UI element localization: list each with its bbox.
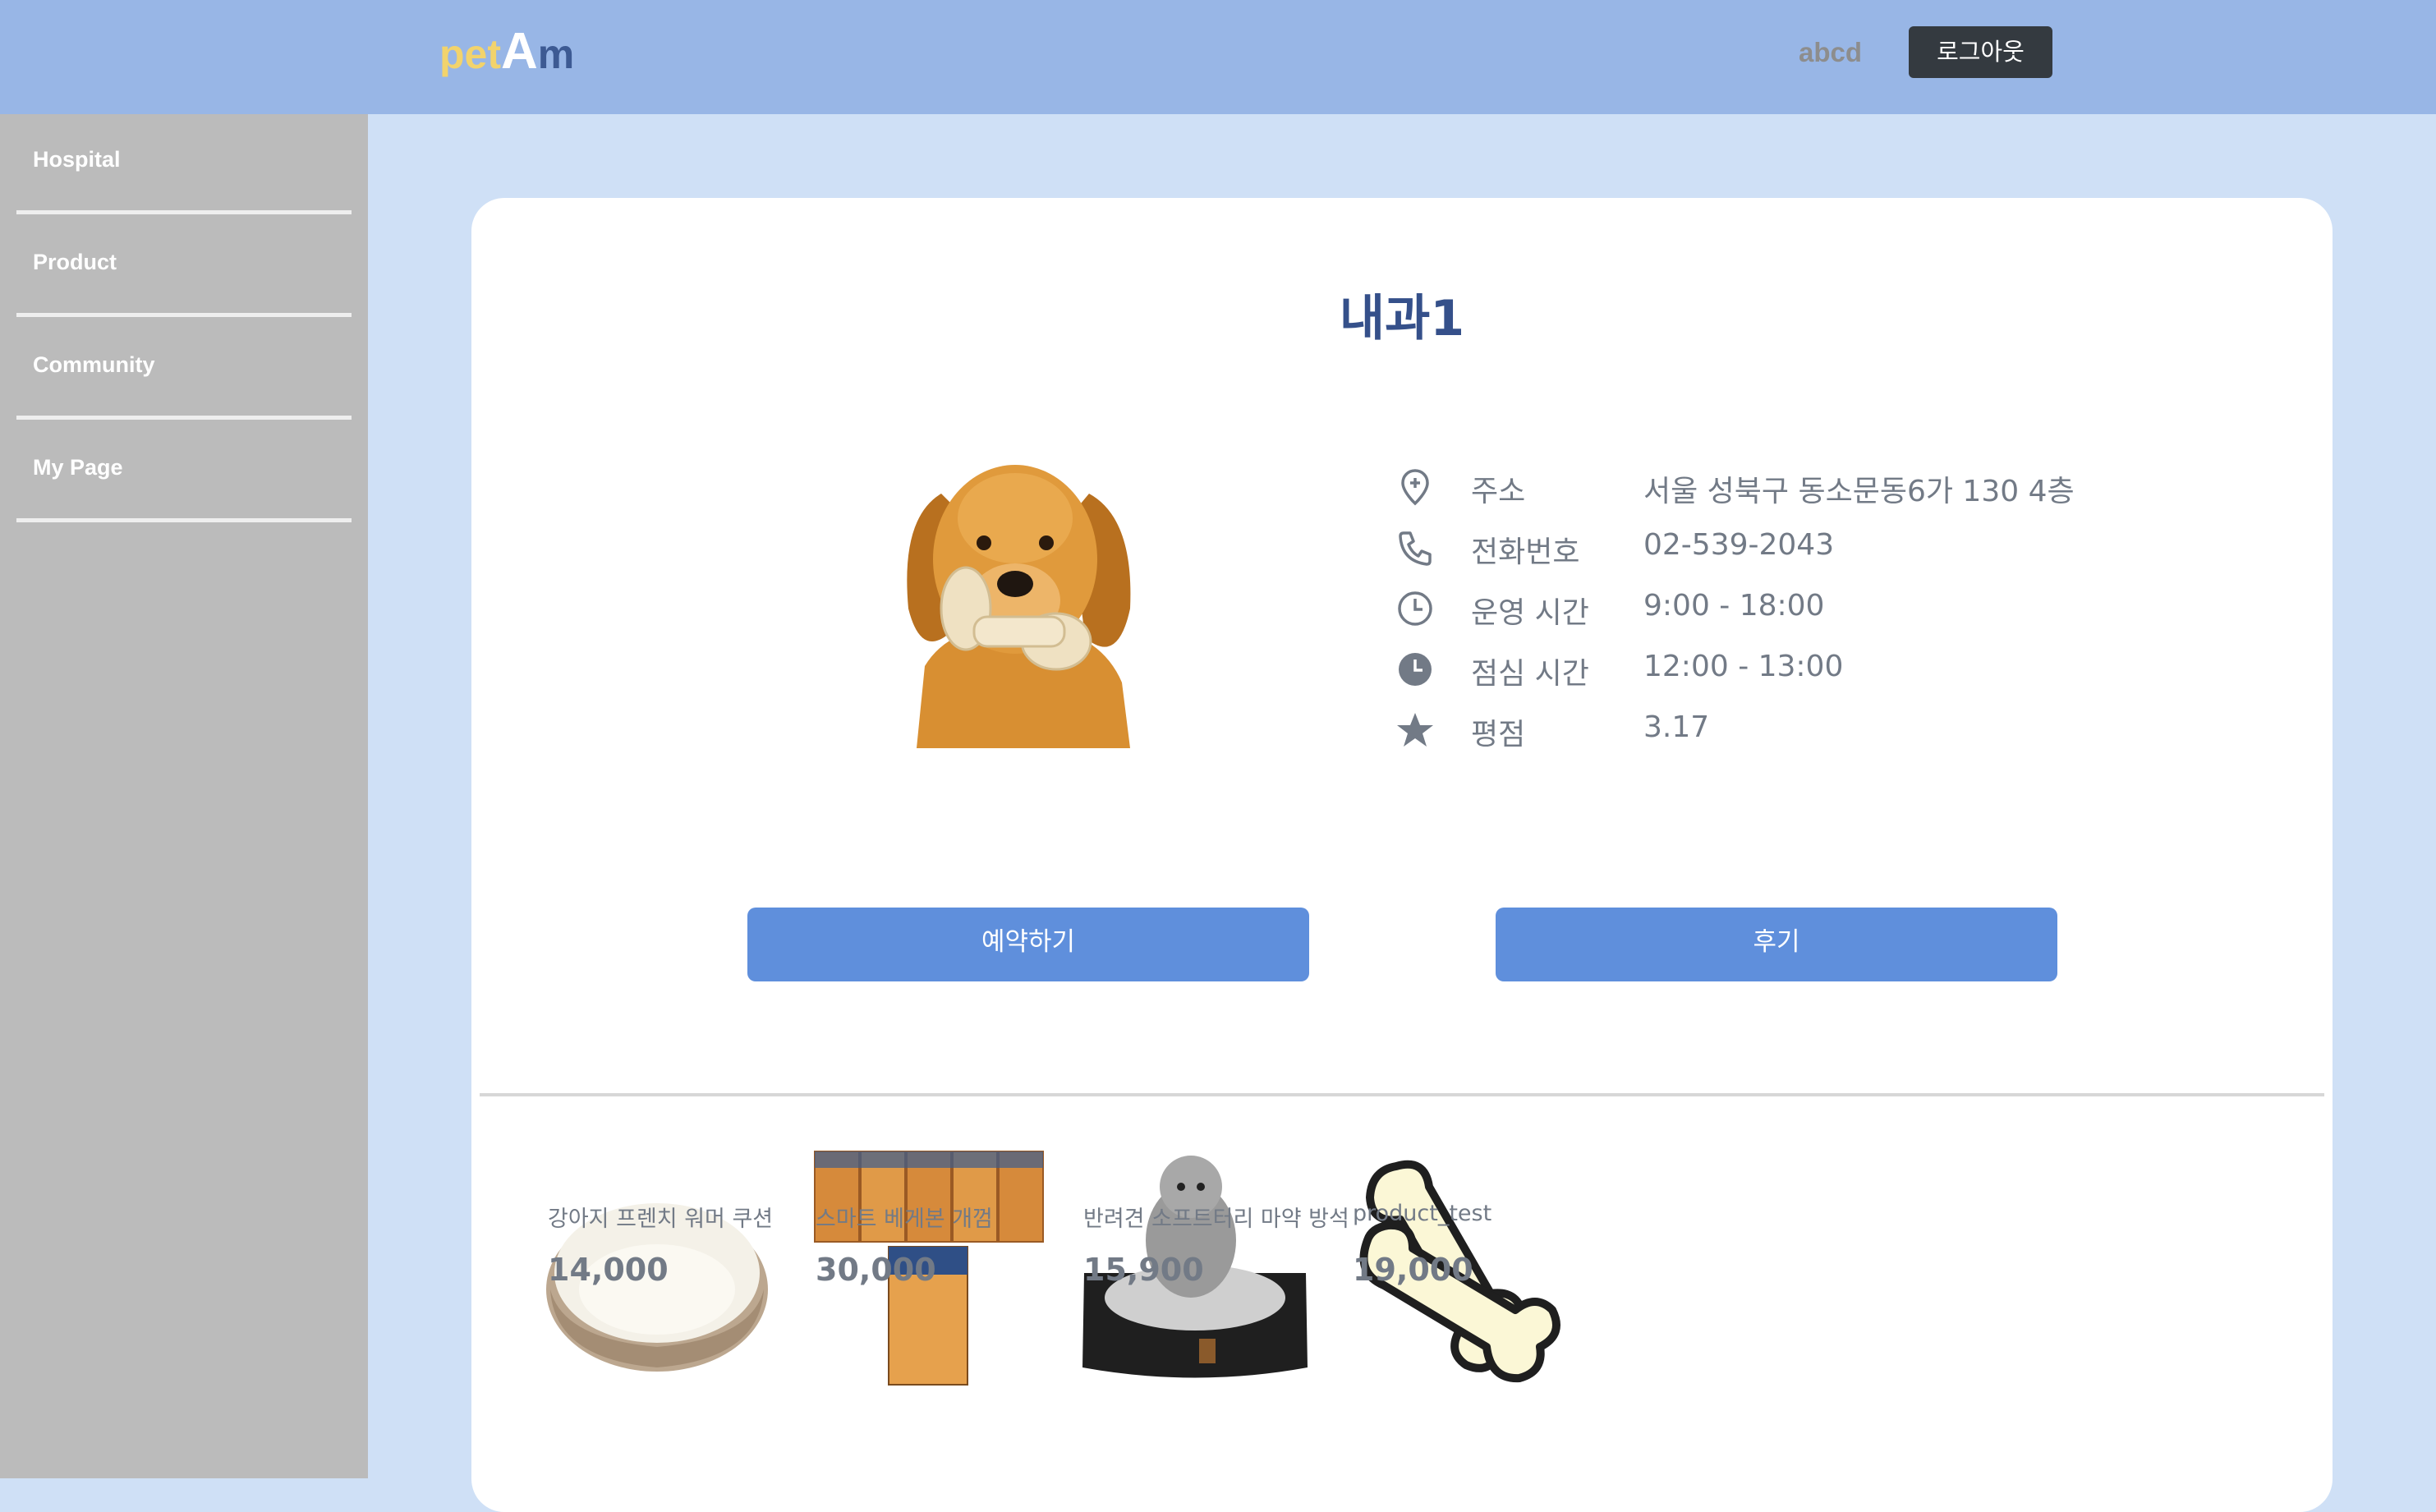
sidebar: Hospital Product Community My Page: [0, 114, 368, 1478]
product-name[interactable]: 강아지 프렌치 워머 쿠션: [548, 1201, 773, 1233]
top-header: petAm abcd 로그아웃: [0, 0, 2436, 114]
clock-filled-icon: [1399, 653, 1432, 686]
sidebar-item-label: Hospital: [33, 147, 121, 172]
username-label: abcd: [1799, 37, 1863, 67]
info-value: 9:00 - 18:00: [1643, 589, 1825, 623]
logo-part-a: A: [501, 23, 538, 80]
product-price: 14,000: [548, 1252, 669, 1288]
logo-part-pet: pet: [439, 31, 501, 77]
reserve-button[interactable]: 예약하기: [747, 908, 1309, 981]
phone-icon: [1399, 531, 1432, 566]
info-label: 전화번호: [1471, 535, 1580, 569]
info-label: 점심 시간: [1471, 657, 1589, 691]
hospital-photo: [851, 420, 1179, 748]
product-name[interactable]: 스마트 베게본 개껌: [816, 1201, 993, 1233]
sidebar-item-hospital[interactable]: Hospital: [16, 114, 352, 214]
product-name[interactable]: 반려견 소프트터리 마약 방석: [1083, 1201, 1349, 1233]
info-row-address: 주소 서울 성북구 동소문동6가 130 4층: [1395, 461, 2135, 510]
sidebar-item-label: My Page: [33, 455, 123, 480]
info-value: 서울 성북구 동소문동6가 130 4층: [1643, 475, 2075, 508]
product-price: 30,000: [816, 1252, 936, 1288]
product-name[interactable]: product_test: [1353, 1201, 1491, 1226]
info-row-phone: 전화번호 02-539-2043: [1395, 522, 2135, 571]
product-price: 19,000: [1353, 1252, 1473, 1288]
info-row-lunch: 점심 시간 12:00 - 13:00: [1395, 643, 2135, 692]
sidebar-item-my-page[interactable]: My Page: [16, 422, 352, 522]
sidebar-item-label: Product: [33, 250, 117, 274]
hospital-name: 내과1: [1339, 290, 1465, 347]
sidebar-item-product[interactable]: Product: [16, 217, 352, 317]
star-icon: [1397, 713, 1433, 747]
product-price: 15,900: [1083, 1252, 1204, 1288]
info-label: 평점: [1471, 718, 1526, 751]
location-pin-icon: [1401, 469, 1429, 506]
section-divider: [480, 1093, 2324, 1096]
info-value: 3.17: [1643, 710, 1710, 744]
info-row-rating: 평점 3.17: [1395, 704, 2135, 753]
info-row-hours: 운영 시간 9:00 - 18:00: [1395, 582, 2135, 632]
info-value: 02-539-2043: [1643, 528, 1835, 562]
review-button[interactable]: 후기: [1496, 908, 2057, 981]
info-value: 12:00 - 13:00: [1643, 650, 1844, 683]
clock-outline-icon: [1398, 591, 1432, 626]
logo-part-m: m: [537, 31, 575, 77]
golden-retriever-icon: [851, 420, 1179, 748]
info-label: 주소: [1471, 475, 1526, 508]
info-label: 운영 시간: [1471, 596, 1589, 630]
sidebar-item-label: Community: [33, 352, 155, 377]
logout-button[interactable]: 로그아웃: [1909, 26, 2052, 78]
petam-logo[interactable]: petAm: [439, 23, 574, 80]
sidebar-item-community[interactable]: Community: [16, 319, 352, 420]
